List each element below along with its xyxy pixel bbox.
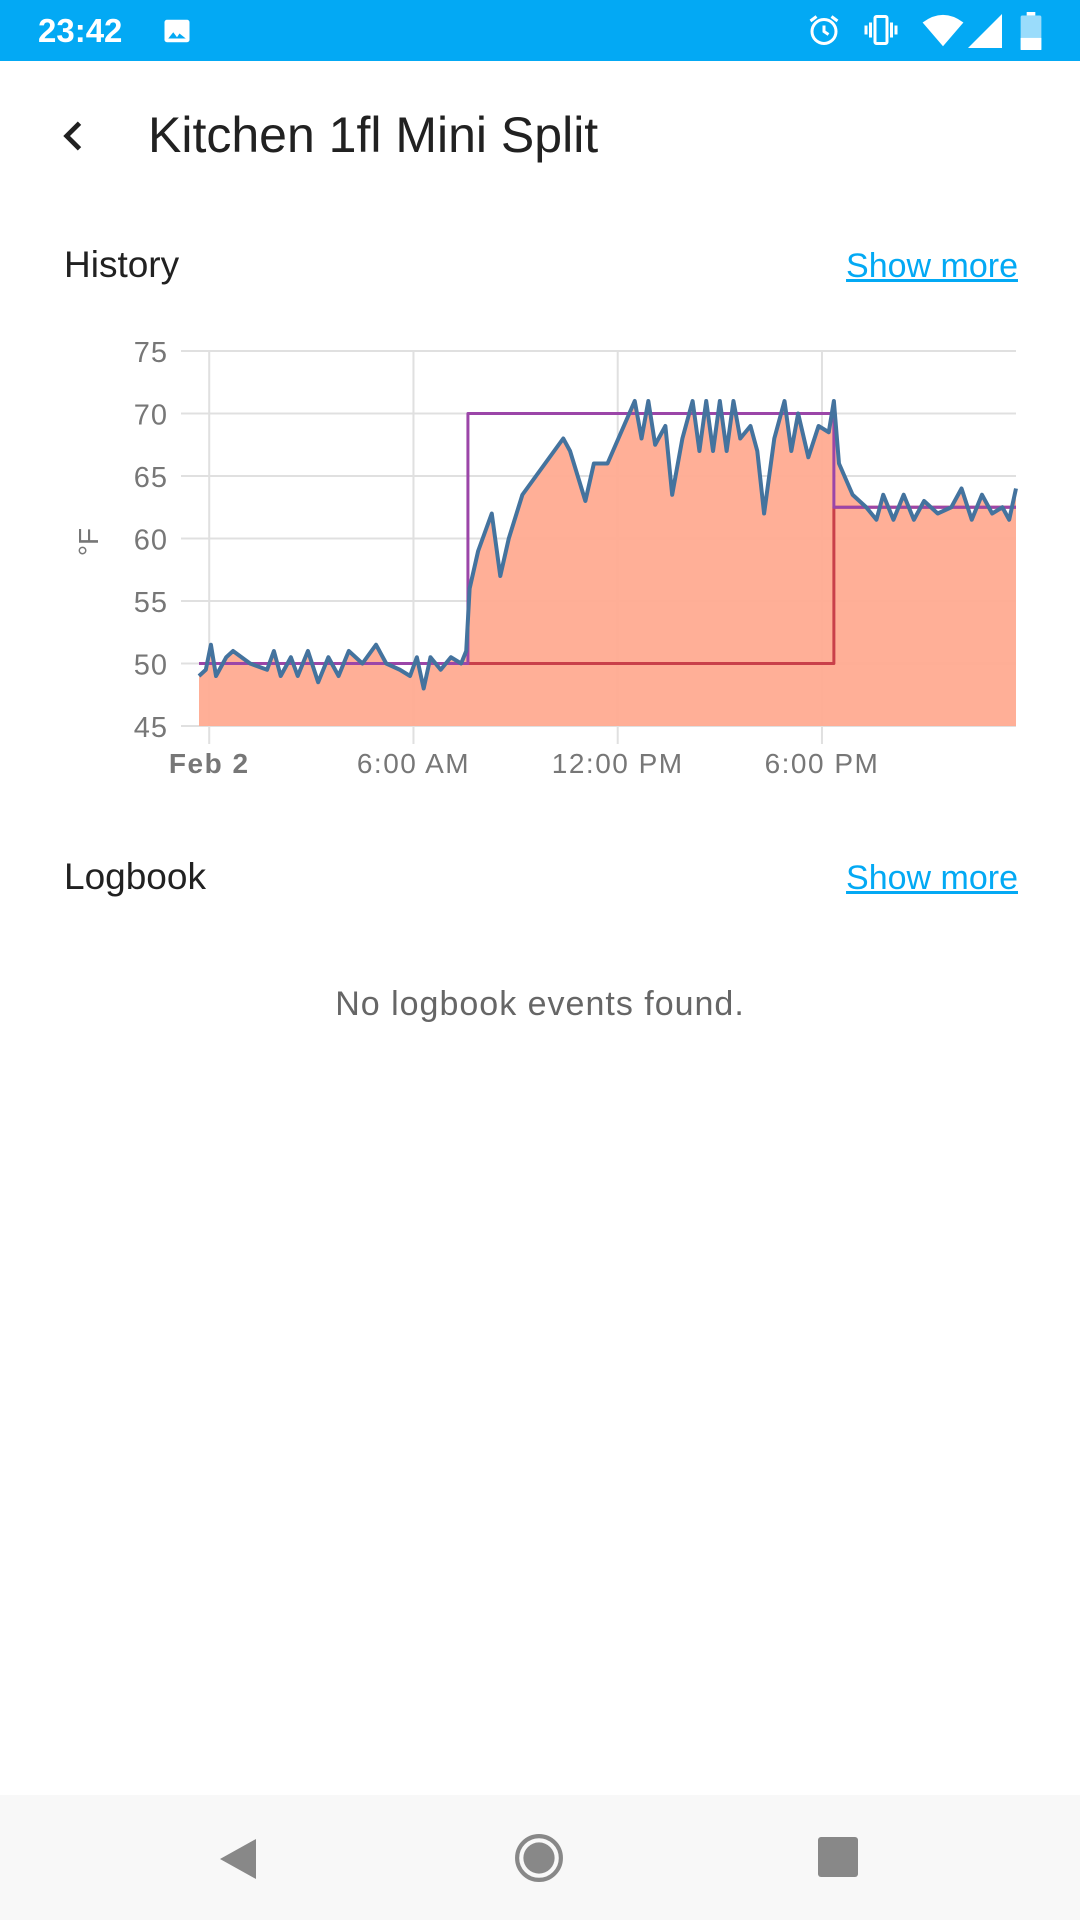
status-bar: 23:42	[0, 0, 1080, 61]
x-tick-label: 12:00 PM	[552, 748, 684, 779]
back-arrow-icon[interactable]	[52, 114, 96, 158]
battery-icon	[1020, 12, 1042, 50]
vibrate-icon	[864, 15, 898, 45]
logbook-title: Logbook	[64, 856, 206, 897]
logbook-empty-message: No logbook events found.	[335, 985, 745, 1023]
x-tick-label: 6:00 AM	[357, 748, 470, 779]
wifi-icon	[922, 14, 964, 47]
y-tick-label: 45	[134, 712, 168, 744]
y-axis-label: °F	[73, 528, 104, 556]
image-icon	[164, 19, 190, 43]
y-tick-label: 65	[134, 462, 168, 494]
page-title: Kitchen 1fl Mini Split	[148, 107, 599, 163]
app-header: Kitchen 1fl Mini Split	[0, 100, 1080, 172]
y-tick-label: 60	[134, 525, 168, 557]
x-tick-label: 6:00 PM	[765, 748, 880, 779]
signal-icon	[968, 14, 1002, 48]
nav-home-icon[interactable]	[514, 1833, 564, 1883]
history-title: History	[64, 244, 180, 285]
history-show-more-link[interactable]: Show more	[846, 247, 1018, 286]
status-time: 23:42	[38, 12, 123, 49]
nav-recents-icon[interactable]	[818, 1837, 858, 1877]
history-chart: 75 70 65 60 55 50 45Feb 2 6:00 AM 12:00 PM 6:00 P…	[73, 337, 1018, 779]
navigation-bar	[0, 1795, 1080, 1920]
alarm-icon	[809, 15, 839, 45]
x-tick-label: Feb 2	[169, 748, 250, 779]
y-tick-label: 55	[134, 587, 168, 619]
y-tick-label: 70	[134, 400, 168, 432]
logbook-show-more-link[interactable]: Show more	[846, 859, 1018, 898]
y-tick-label: 50	[134, 650, 168, 682]
y-tick-label: 75	[134, 337, 168, 369]
nav-back-icon[interactable]	[216, 1835, 260, 1883]
